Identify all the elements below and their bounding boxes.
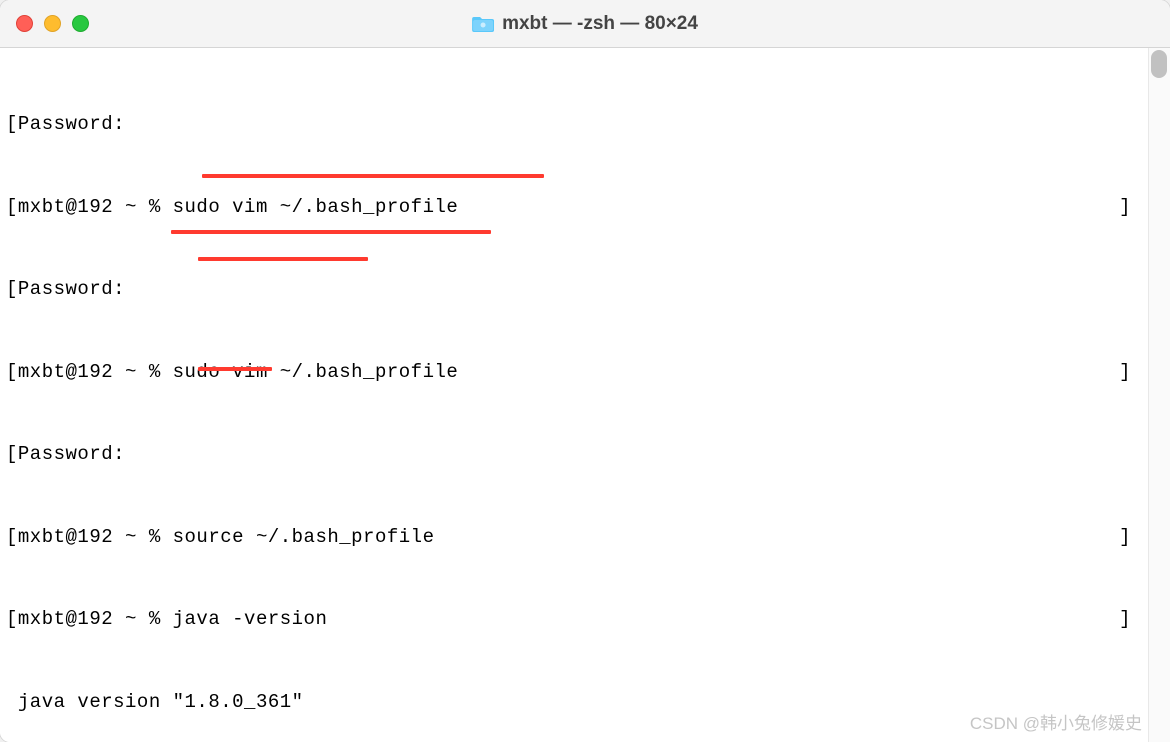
terminal-window: mxbt — -zsh — 80×24 [Password: [mxbt@192… <box>0 0 1170 742</box>
terminal-line: [Password: <box>6 441 125 469</box>
annotation-underline <box>198 257 368 261</box>
close-button[interactable] <box>16 15 33 32</box>
folder-icon <box>472 15 494 33</box>
terminal-content: [Password: [mxbt@192 ~ % sudo vim ~/.bas… <box>6 56 1164 742</box>
watermark: CSDN @韩小兔修媛史 <box>970 709 1142 734</box>
titlebar: mxbt — -zsh — 80×24 <box>0 0 1170 48</box>
terminal-line: [mxbt@192 ~ % sudo vim ~/.bash_profile <box>6 359 458 387</box>
minimize-button[interactable] <box>44 15 61 32</box>
maximize-button[interactable] <box>72 15 89 32</box>
terminal-line: [mxbt@192 ~ % sudo vim ~/.bash_profile <box>6 194 458 222</box>
scrollbar-track[interactable] <box>1148 48 1170 742</box>
window-title: mxbt — -zsh — 80×24 <box>502 13 698 35</box>
terminal-line: [mxbt@192 ~ % java -version <box>6 606 327 634</box>
scrollbar-thumb[interactable] <box>1151 50 1167 78</box>
annotation-underline <box>171 230 491 234</box>
line-end: ] <box>1119 606 1131 634</box>
terminal-line: [mxbt@192 ~ % source ~/.bash_profile <box>6 524 434 552</box>
terminal-line: [Password: <box>6 276 125 304</box>
terminal-body[interactable]: [Password: [mxbt@192 ~ % sudo vim ~/.bas… <box>0 48 1170 742</box>
annotation-underline <box>202 174 544 178</box>
terminal-line: java version "1.8.0_361" <box>6 689 304 717</box>
line-end: ] <box>1119 524 1131 552</box>
annotation-underline <box>198 367 272 371</box>
line-end: ] <box>1119 194 1131 222</box>
line-end: ] <box>1119 359 1131 387</box>
window-title-container: mxbt — -zsh — 80×24 <box>472 13 698 35</box>
traffic-lights <box>16 15 89 32</box>
terminal-line: [Password: <box>6 111 125 139</box>
